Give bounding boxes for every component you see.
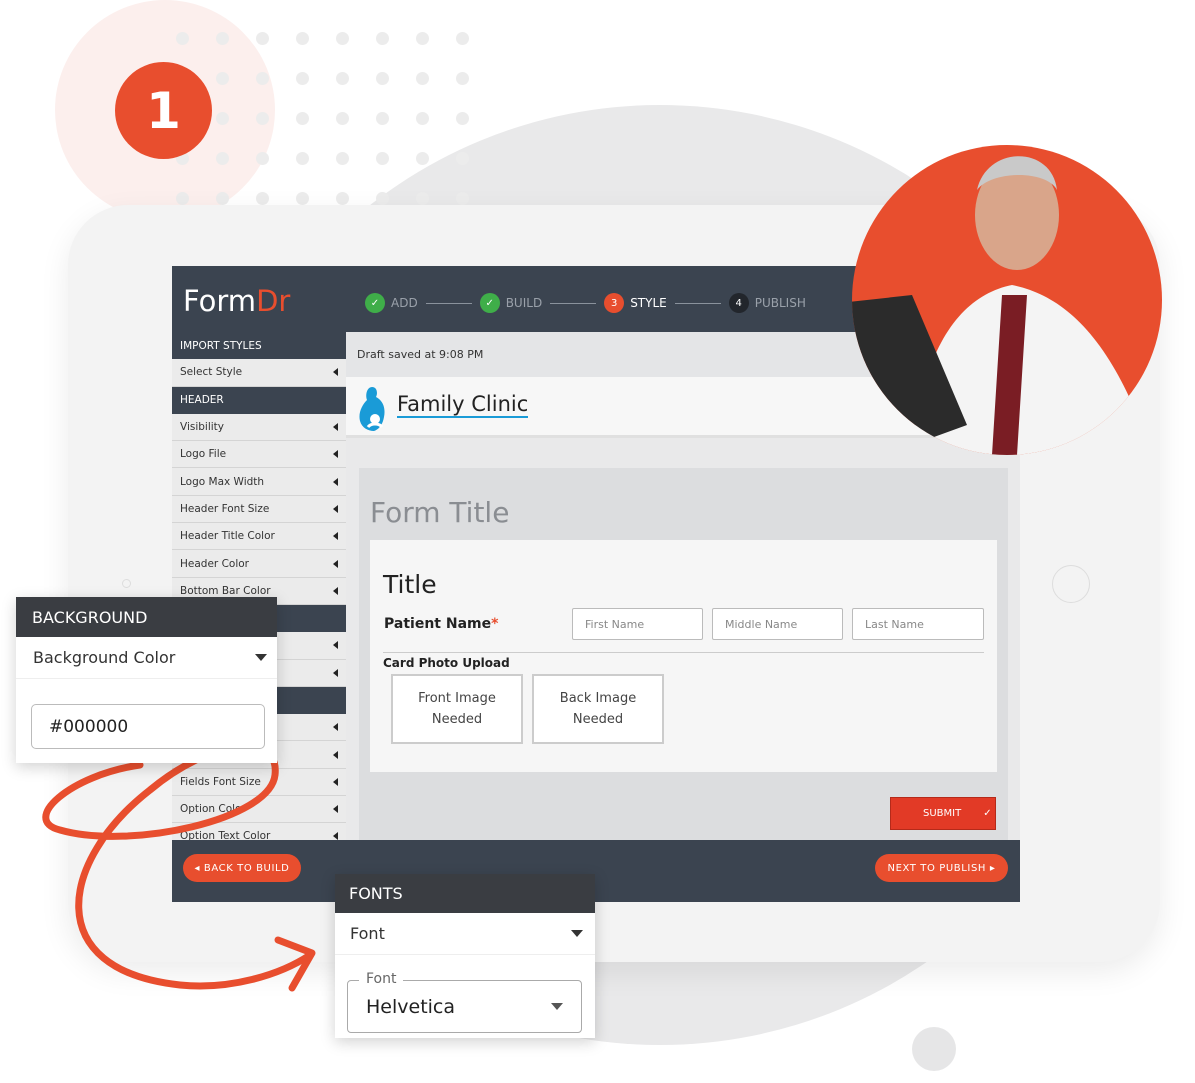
arrow-curve [42, 742, 316, 992]
caret-down-icon [255, 654, 267, 661]
font-select[interactable]: Helvetica [347, 980, 582, 1033]
background-color-input[interactable]: #000000 [31, 704, 265, 749]
caret-down-icon [551, 1003, 563, 1010]
background-popup-title: BACKGROUND [16, 597, 277, 637]
background-popup: BACKGROUND Background Color #000000 [16, 597, 277, 763]
fonts-popup: FONTS Font Helvetica Font [335, 874, 595, 1038]
font-field-label: Font [359, 971, 404, 987]
font-dropdown[interactable]: Font [335, 913, 595, 955]
fonts-popup-title: FONTS [335, 874, 595, 913]
caret-down-icon [571, 930, 583, 937]
background-color-dropdown[interactable]: Background Color [16, 637, 277, 679]
